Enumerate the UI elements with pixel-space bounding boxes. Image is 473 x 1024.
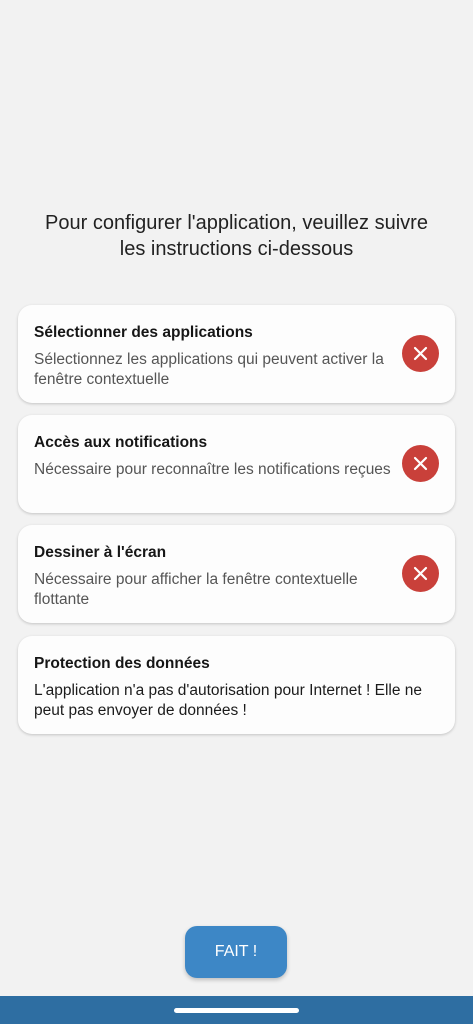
card-data-protection: Protection des données L'application n'a… [18, 636, 455, 734]
close-icon[interactable] [402, 445, 439, 482]
card-description: Nécessaire pour afficher la fenêtre cont… [34, 571, 358, 608]
card-title: Dessiner à l'écran [34, 544, 167, 561]
navigation-bar [0, 996, 473, 1024]
card-description: Nécessaire pour reconnaître les notifica… [34, 461, 391, 478]
card-title: Sélectionner des applications [34, 324, 253, 341]
card-title: Protection des données [34, 655, 210, 672]
instructions-heading: Pour configurer l'application, veuillez … [45, 212, 428, 260]
card-description: Sélectionnez les applications qui peuven… [34, 351, 384, 388]
close-icon[interactable] [402, 555, 439, 592]
card-title: Accès aux notifications [34, 434, 208, 451]
done-button[interactable]: FAIT ! [185, 926, 287, 978]
card-notification-access[interactable]: Accès aux notifications Nécessaire pour … [18, 415, 455, 513]
card-description: L'application n'a pas d'autorisation pou… [34, 682, 423, 719]
card-draw-over-screen[interactable]: Dessiner à l'écran Nécessaire pour affic… [18, 525, 455, 623]
home-gesture-handle[interactable] [174, 1008, 299, 1013]
card-select-apps[interactable]: Sélectionner des applications Sélectionn… [18, 305, 455, 403]
close-icon[interactable] [402, 335, 439, 372]
